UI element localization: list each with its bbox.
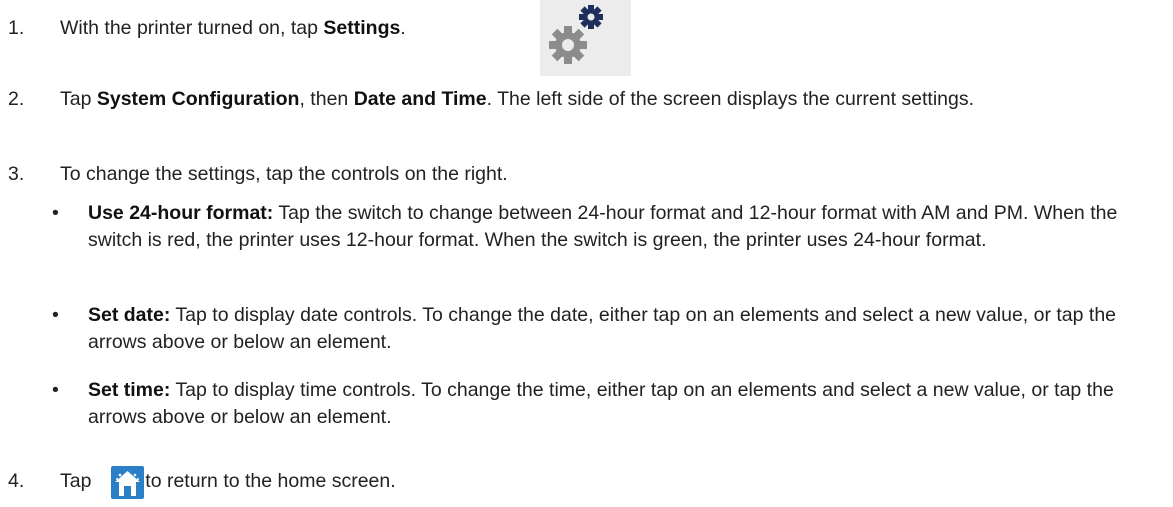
bullet-term: Use 24-hour format:	[88, 202, 274, 224]
settings-term: Settings	[323, 17, 401, 39]
home-icon	[111, 466, 144, 499]
step-number: 1.	[8, 17, 25, 39]
bullet-term: Set date:	[88, 304, 171, 326]
bullet-text: Set time: Tap to display time controls. …	[88, 379, 1114, 428]
step-number: 2.	[8, 88, 25, 110]
bullet-term: Set time:	[88, 379, 171, 401]
home-icon-graphic	[115, 471, 140, 496]
gears-icon-graphic	[549, 5, 603, 64]
step-text: Tap System Configuration, then Date and …	[60, 88, 975, 110]
bullet-text: Use 24-hour format: Tap the switch to ch…	[88, 202, 1118, 251]
step-text: Tap to return to the home screen.	[60, 470, 396, 492]
bullet-mark: •	[52, 379, 59, 401]
step-number: 4.	[8, 470, 25, 492]
bullet-mark: •	[52, 202, 59, 224]
date-and-time-term: Date and Time	[353, 88, 487, 110]
settings-gears-icon	[540, 0, 631, 76]
system-configuration-term: System Configuration	[96, 88, 300, 110]
step-number: 3.	[8, 163, 25, 185]
bullet-mark: •	[52, 304, 59, 326]
step-text: To change the settings, tap the controls…	[60, 163, 508, 185]
bullet-text: Set date: Tap to display date controls. …	[88, 304, 1117, 353]
